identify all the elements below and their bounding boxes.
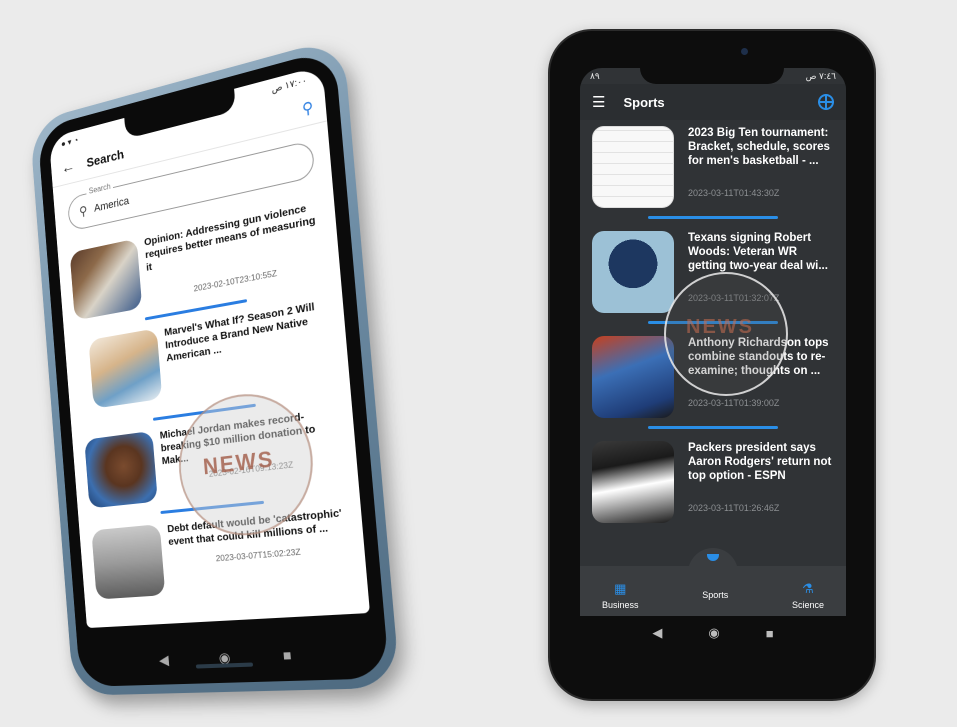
search-icon: ⚲ [79,203,88,220]
left-phone: ● ▾ ◔ ١٧:٠٠ ص ← Search ⚲ Search ⚲ Americ… [29,36,400,695]
article-date: 2023-03-11T01:32:07Z [688,293,834,303]
basketball-icon[interactable] [818,94,834,110]
article-thumbnail [592,231,674,313]
article-thumbnail [592,126,674,208]
status-left: ٨٩ [590,71,600,82]
back-arrow-icon[interactable]: ← [61,158,76,178]
tab-sports[interactable]: Sports [702,590,728,600]
search-input-label: Search [86,181,114,196]
recents-nav-icon[interactable]: ■ [766,626,774,641]
bottom-tab-bar: ▦ Business Sports ⚗ Science [580,566,846,616]
divider [648,216,778,219]
right-phone-notch [640,40,784,84]
left-phone-screen: ● ▾ ◔ ١٧:٠٠ ص ← Search ⚲ Search ⚲ Americ… [49,65,370,628]
page-title: Sports [623,95,800,110]
home-nav-icon[interactable]: ◉ [708,625,719,641]
article-title: Texans signing Robert Woods: Veteran WR … [688,231,834,273]
tab-label: Sports [702,590,728,600]
building-icon: ▦ [614,581,626,597]
system-nav-bar: ◀ ◉ ■ [580,616,846,650]
list-item[interactable]: Debt default would be 'catastrophic' eve… [79,494,368,604]
status-icons: ● ▾ ◔ [61,135,79,150]
list-item[interactable]: Anthony Richardson tops combine standout… [580,330,846,418]
list-item[interactable]: Michael Jordan makes record-breaking $10… [72,394,359,514]
article-title: Packers president says Aaron Rodgers' re… [688,441,834,483]
article-thumbnail [88,328,162,408]
flask-icon: ⚗ [802,581,814,597]
divider [648,321,778,324]
article-date: 2023-03-11T01:43:30Z [688,188,834,198]
back-nav-icon[interactable]: ◀ [652,625,662,641]
article-thumbnail [592,336,674,418]
tab-business[interactable]: ▦ Business [602,581,639,610]
search-input-value: America [94,195,130,214]
recents-nav-icon[interactable]: ■ [282,646,292,663]
status-right: ٧:٤٦ ص [806,71,836,82]
divider [648,426,778,429]
list-item[interactable]: 2023 Big Ten tournament: Bracket, schedu… [580,120,846,208]
article-thumbnail [84,431,158,509]
article-title: Debt default would be 'catastrophic' eve… [167,506,350,549]
article-date: 2023-03-11T01:26:46Z [688,503,834,513]
tab-label: Science [792,600,824,610]
list-item[interactable]: Packers president says Aaron Rodgers' re… [580,435,846,523]
article-thumbnail [70,238,143,320]
menu-icon[interactable]: ☰ [592,93,605,111]
camera-icon [741,48,748,55]
tab-label: Business [602,600,639,610]
article-title: 2023 Big Ten tournament: Bracket, schedu… [688,126,834,168]
sports-appbar: ☰ Sports [580,84,846,120]
tab-science[interactable]: ⚗ Science [792,581,824,610]
article-thumbnail [91,524,165,599]
back-nav-icon[interactable]: ◀ [158,651,169,668]
article-date: 2023-03-11T01:39:00Z [688,398,834,408]
right-phone-screen: ٨٩ ٧:٤٦ ص ☰ Sports 2023 Big Ten tourname… [580,68,846,616]
article-title: Anthony Richardson tops combine standout… [688,336,834,378]
article-title: Marvel's What If? Season 2 Will Introduc… [164,298,334,365]
list-item[interactable]: Texans signing Robert Woods: Veteran WR … [580,225,846,313]
search-icon[interactable]: ⚲ [301,97,314,118]
article-thumbnail [592,441,674,523]
